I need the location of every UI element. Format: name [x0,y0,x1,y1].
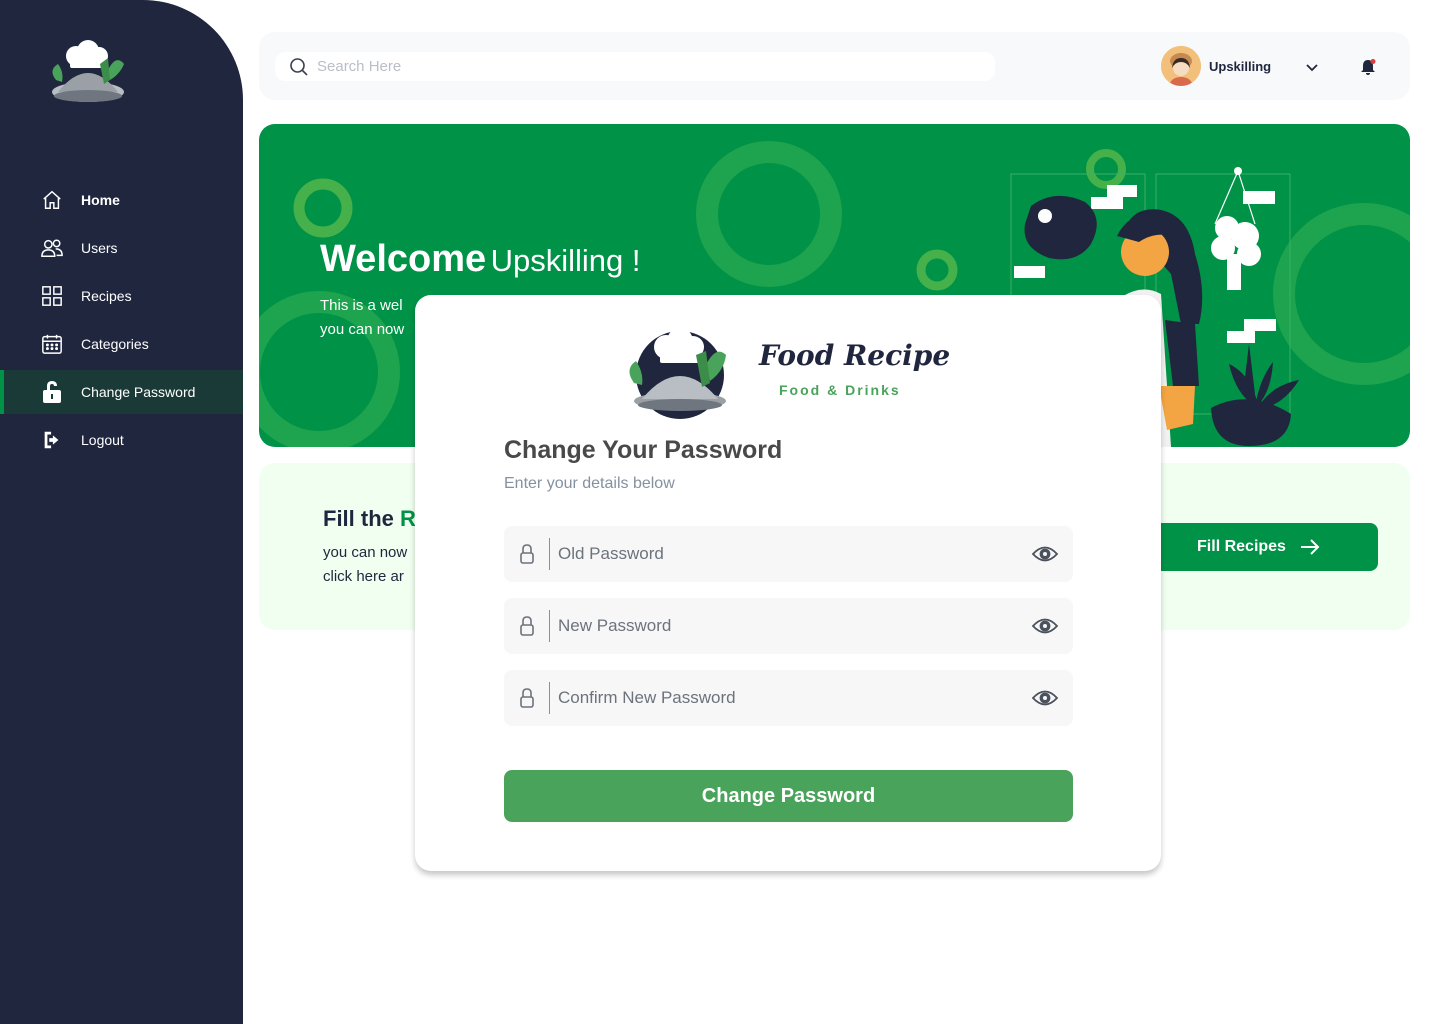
eye-icon[interactable] [1017,545,1073,563]
new-password-field [504,598,1073,654]
sidebar-item-users[interactable]: Users [0,226,243,270]
welcome-title: Welcome Upskilling ! [320,238,640,281]
new-password-input[interactable] [558,616,1017,636]
eye-icon[interactable] [1017,689,1073,707]
brand-name: Food Recipe [759,339,951,372]
bell-icon[interactable] [1359,58,1377,76]
change-password-button[interactable]: Change Password [504,770,1073,822]
search-bar [275,52,995,81]
sidebar-item-home[interactable]: Home [0,178,243,222]
fill-line-1: you can now [323,544,408,561]
brand-tagline: Food & Drinks [779,382,901,398]
fill-card-description: you can now click here ar [323,541,407,589]
old-password-field [504,526,1073,582]
chef-logo-icon [52,40,124,102]
old-password-input[interactable] [558,544,1017,564]
search-icon [290,57,308,76]
sidebar: Home Users Recipes Categories Change Pas… [0,0,243,1024]
sidebar-item-label: Recipes [81,288,132,304]
sidebar-item-label: Change Password [81,384,196,400]
sidebar-item-categories[interactable]: Categories [0,322,243,366]
welcome-name: Upskilling ! [490,243,641,278]
lock-icon [504,538,550,570]
sidebar-item-logout[interactable]: Logout [0,418,243,462]
fill-title-green: R [400,506,416,531]
welcome-description: This is a wel you can now [320,294,404,342]
sidebar-item-label: Categories [81,336,149,352]
food-recipe-logo-icon [629,328,726,419]
arrow-right-icon [1300,539,1320,555]
home-icon [40,188,64,212]
modal-subtitle: Enter your details below [504,475,675,492]
change-password-modal: Food Recipe Food & Drinks Change Your Pa… [415,295,1161,871]
welcome-line-1: This is a wel [320,297,403,314]
top-bar: Upskilling [259,32,1410,100]
lock-icon [504,610,550,642]
sidebar-nav: Home Users Recipes Categories Change Pas… [0,178,243,466]
fill-title-plain: Fill the [323,506,400,531]
fill-recipes-button[interactable]: Fill Recipes [1139,523,1378,571]
calendar-icon [40,332,64,356]
sidebar-item-change-password[interactable]: Change Password [0,370,243,414]
lock-icon [504,682,550,714]
fill-line-2: click here ar [323,568,404,585]
confirm-password-field [504,670,1073,726]
recipes-grid-icon [40,284,64,308]
unlock-icon [40,380,64,404]
eye-icon[interactable] [1017,617,1073,635]
modal-title: Change Your Password [504,436,783,464]
fill-card-title: Fill the R [323,506,416,532]
sidebar-item-recipes[interactable]: Recipes [0,274,243,318]
sidebar-item-label: Logout [81,432,124,448]
sidebar-item-label: Users [81,240,118,256]
logout-icon [40,428,64,452]
search-input[interactable] [317,58,957,75]
welcome-line-2: you can now [320,321,405,338]
username[interactable]: Upskilling [1209,59,1271,74]
users-icon [40,236,64,260]
sidebar-item-label: Home [81,192,120,208]
welcome-word: Welcome [320,238,487,280]
confirm-password-input[interactable] [558,688,1017,708]
avatar[interactable] [1161,46,1201,86]
chevron-down-icon[interactable] [1305,60,1319,74]
fill-recipes-label: Fill Recipes [1197,538,1286,555]
